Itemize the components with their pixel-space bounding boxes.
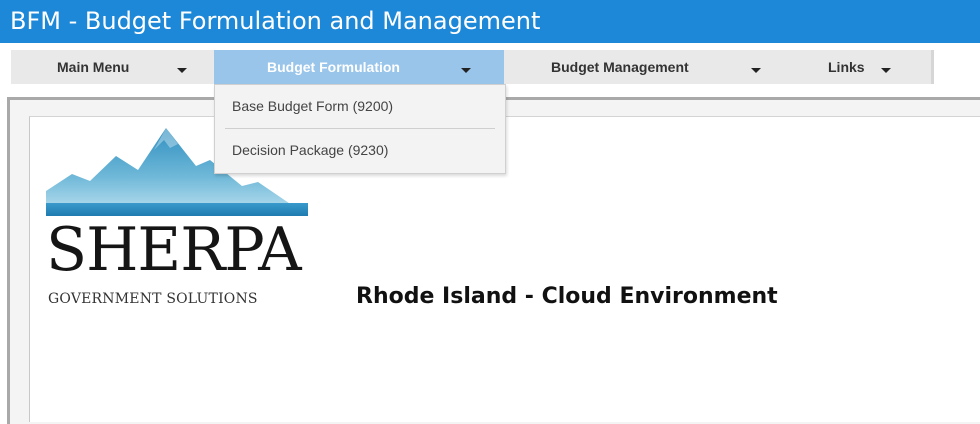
app-title: BFM - Budget Formulation and Management: [10, 7, 541, 35]
dropdown-item-label: Base Budget Form (9200): [232, 98, 394, 114]
logo-wordmark: SHERPA: [46, 215, 302, 285]
dropdown-item-base-budget-form[interactable]: Base Budget Form (9200): [215, 85, 505, 128]
chevron-down-icon: [751, 68, 761, 73]
menu-bar: Main Menu Budget Formulation Budget Mana…: [11, 50, 934, 84]
menu-budget-formulation[interactable]: Budget Formulation: [214, 50, 504, 84]
logo-tagline: GOVERNMENT SOLUTIONS: [48, 291, 258, 307]
menu-links-label: Links: [828, 59, 865, 75]
dropdown-item-label: Decision Package (9230): [232, 142, 389, 158]
menu-budget-management[interactable]: Budget Management: [504, 50, 804, 84]
menu-budget-management-label: Budget Management: [551, 59, 689, 75]
dropdown-item-decision-package[interactable]: Decision Package (9230): [215, 129, 505, 172]
menu-main-menu-label: Main Menu: [57, 59, 130, 75]
menu-main-menu[interactable]: Main Menu: [11, 50, 214, 84]
budget-formulation-dropdown: Base Budget Form (9200) Decision Package…: [214, 84, 506, 174]
title-bar: BFM - Budget Formulation and Management: [0, 0, 980, 43]
menu-links[interactable]: Links: [804, 50, 931, 84]
chevron-down-icon: [881, 68, 891, 73]
chevron-down-icon: [177, 68, 187, 73]
menu-budget-formulation-label: Budget Formulation: [267, 59, 400, 75]
environment-title: Rhode Island - Cloud Environment: [356, 284, 778, 309]
chevron-down-icon: [461, 68, 471, 73]
